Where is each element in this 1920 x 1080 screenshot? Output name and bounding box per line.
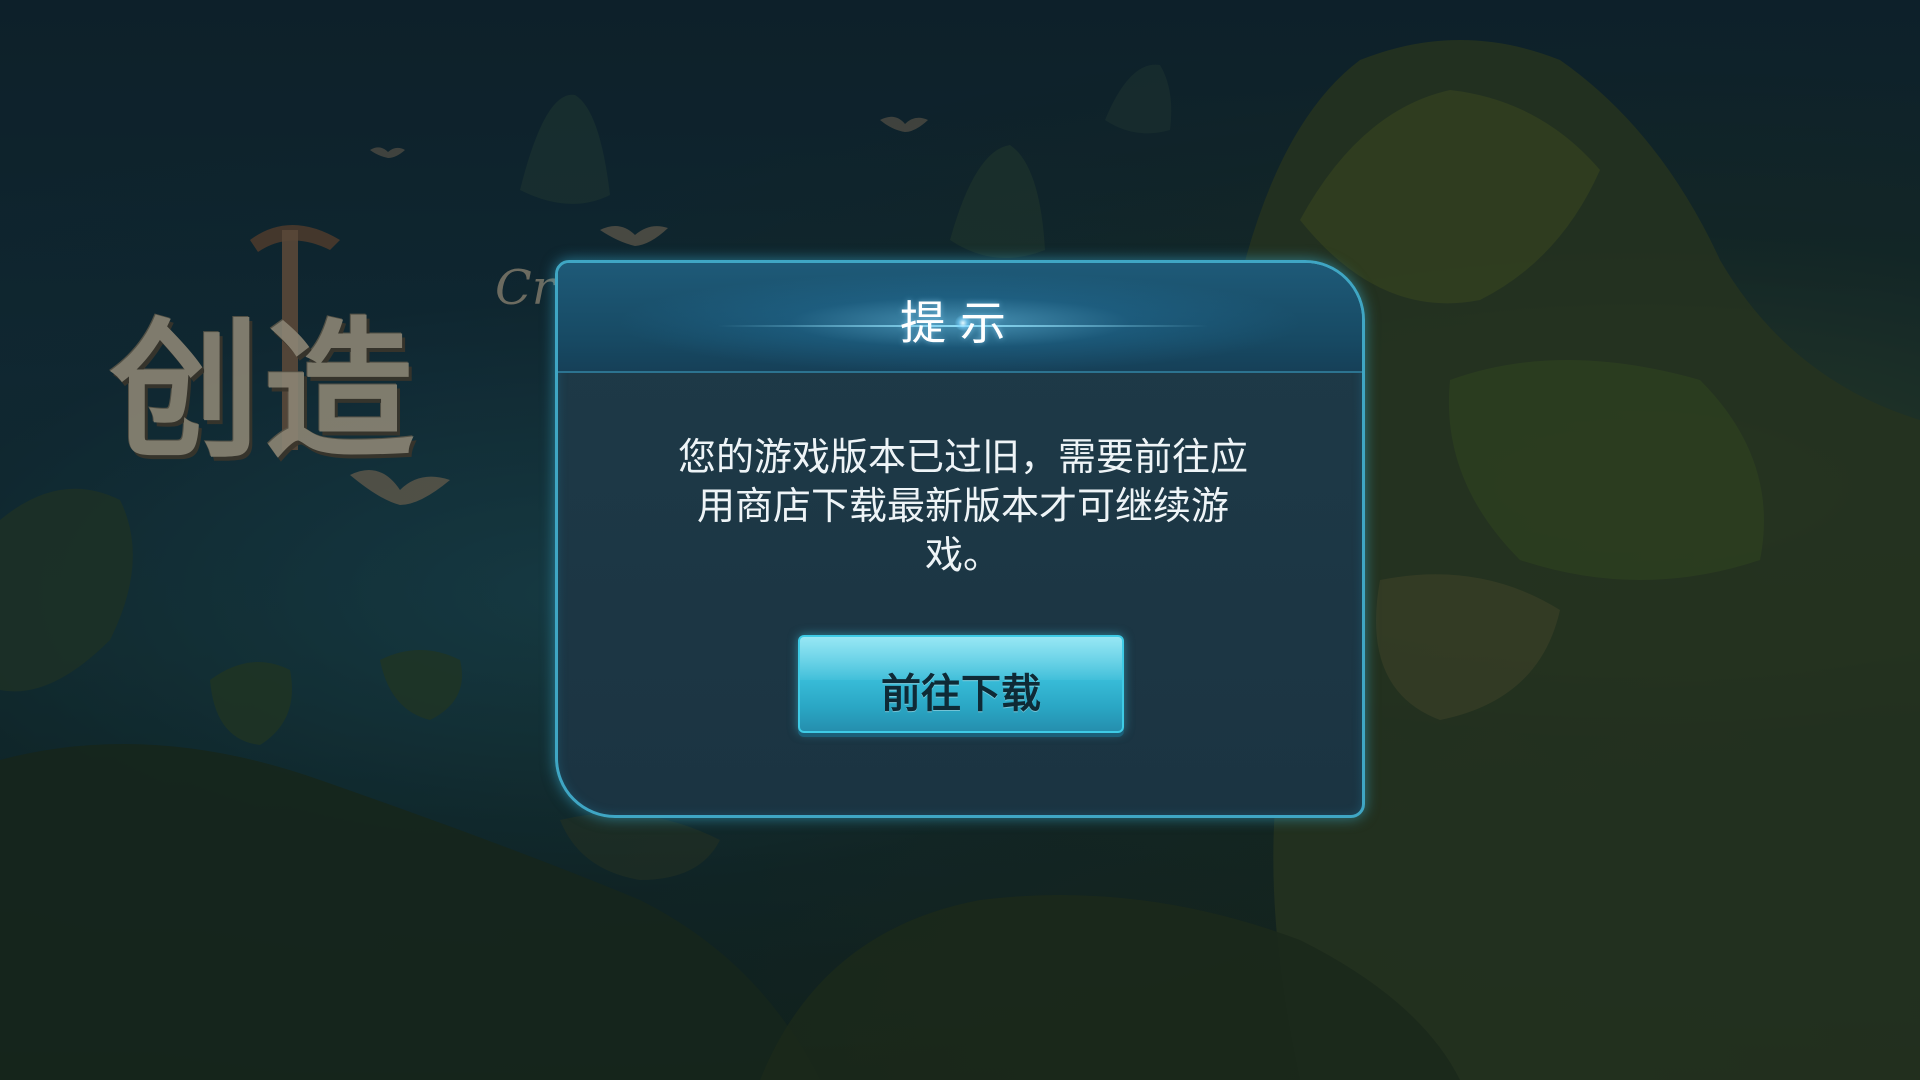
dialog-title: 提示 — [900, 296, 1020, 350]
go-download-button[interactable]: 前往下载 — [798, 635, 1124, 733]
logo-title: 创造 — [110, 303, 419, 479]
go-download-button-label: 前往下载 — [881, 671, 1041, 717]
game-logo: 创造 Cr — [80, 200, 600, 500]
version-outdated-dialog: 提示 您的游戏版本已过旧，需要前往应用商店下载最新版本才可继续游戏。 前往下载 — [555, 260, 1365, 818]
logo-subtitle: Cr — [495, 260, 555, 316]
dialog-header: 提示 — [558, 263, 1362, 373]
dialog-message: 您的游戏版本已过旧，需要前往应用商店下载最新版本才可继续游戏。 — [677, 435, 1248, 577]
